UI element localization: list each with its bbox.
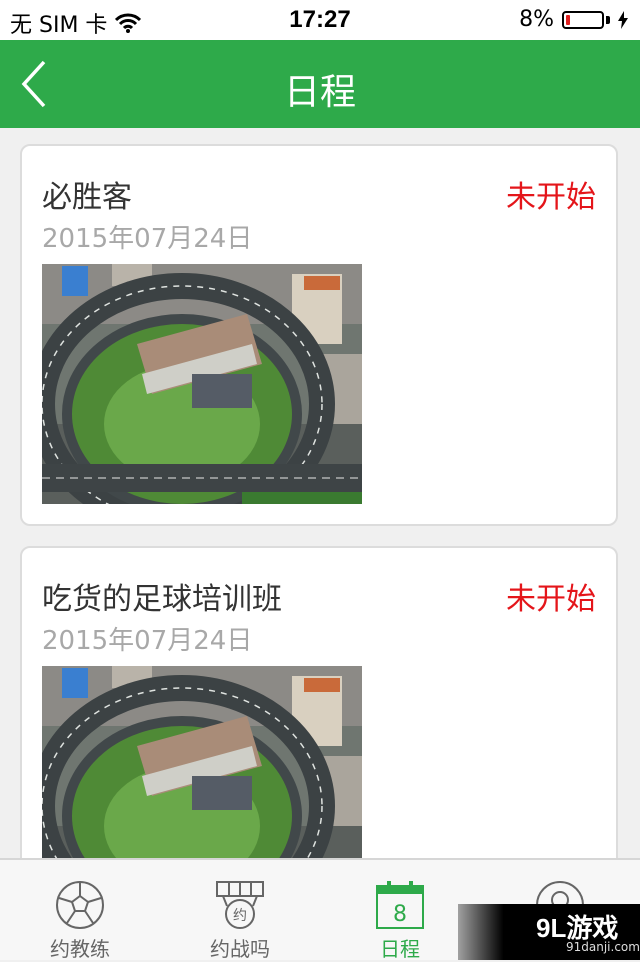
tab-challenge[interactable]: 约 约战吗 (160, 860, 320, 961)
tab-label: 约教练 (50, 937, 110, 961)
charging-icon (618, 10, 628, 29)
svg-text:约: 约 (233, 908, 247, 924)
calendar-icon: 8 (376, 881, 424, 929)
watermark: 9L游戏 91danji.com (458, 904, 640, 960)
battery-percent: 8% (519, 7, 554, 32)
card-title: 必胜客 (42, 180, 132, 215)
schedule-list[interactable]: 必胜客 未开始 2015年07月24日 吃货的足球培训班 未开始 2015年07… (0, 128, 640, 858)
card-image (42, 666, 362, 858)
nav-bar: 日程 (0, 40, 640, 128)
page-title: 日程 (283, 72, 356, 113)
tab-schedule[interactable]: 8 日程 (320, 860, 480, 961)
card-date: 2015年07月24日 (42, 224, 253, 254)
status-badge: 未开始 (506, 582, 596, 617)
watermark-sub: 91danji.com (566, 940, 640, 954)
battery-tip (606, 15, 610, 24)
schedule-card[interactable]: 吃货的足球培训班 未开始 2015年07月24日 (20, 546, 618, 858)
status-bar: 无 SIM 卡 17:27 8% (0, 0, 640, 40)
tab-label: 约战吗 (210, 937, 270, 961)
calendar-day: 8 (393, 902, 407, 927)
card-image (42, 264, 362, 504)
tab-coach[interactable]: 约教练 (0, 860, 160, 961)
card-date: 2015年07月24日 (42, 626, 253, 656)
schedule-card[interactable]: 必胜客 未开始 2015年07月24日 (20, 144, 618, 526)
card-title: 吃货的足球培训班 (42, 582, 282, 617)
soccer-ball-icon (56, 881, 104, 929)
status-badge: 未开始 (506, 180, 596, 215)
status-right: 8% (519, 7, 628, 32)
tab-label: 日程 (380, 937, 420, 961)
battery-icon (562, 10, 604, 29)
medal-icon: 约 (216, 881, 264, 929)
